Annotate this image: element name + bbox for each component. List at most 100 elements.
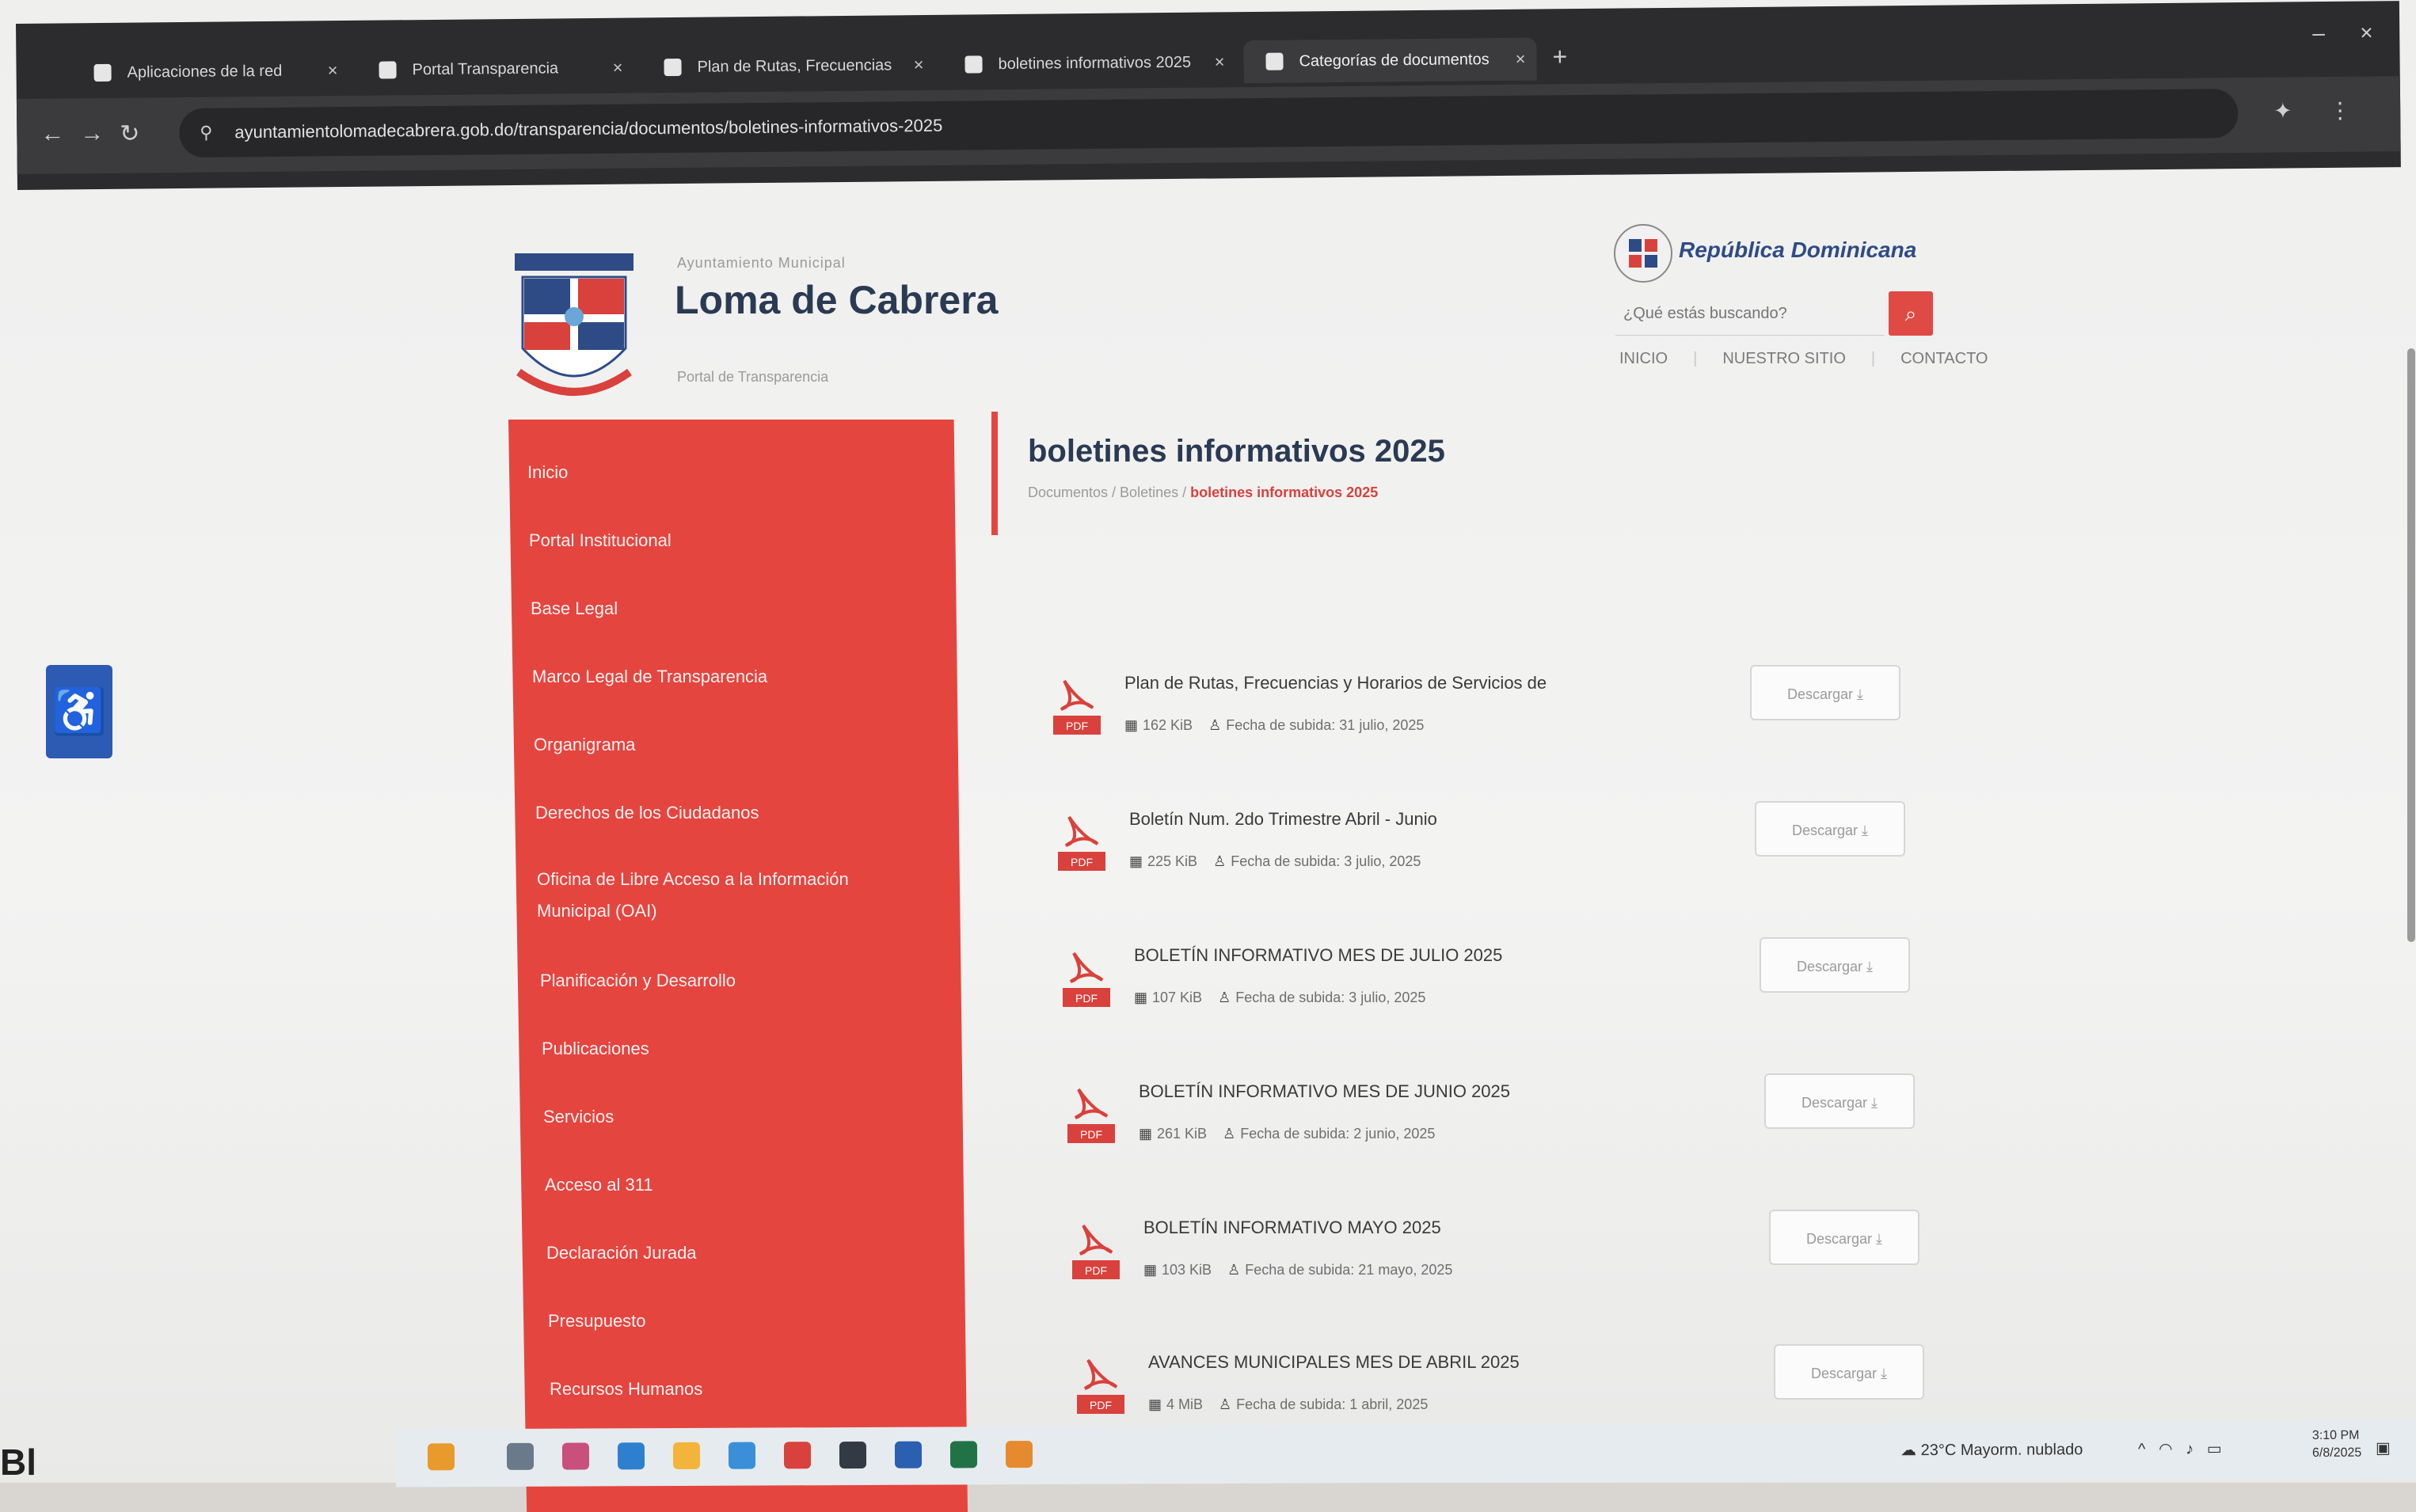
document-title[interactable]: Plan de Rutas, Frecuencias y Horarios de… (1124, 673, 1547, 693)
site-name[interactable]: Loma de Cabrera (675, 277, 998, 323)
download-button[interactable]: Descargar ⤓ (1764, 1073, 1915, 1129)
title-accent-bar (991, 412, 998, 535)
file-explorer-icon[interactable] (672, 1442, 701, 1470)
extensions-icon[interactable]: ✦ (2273, 97, 2292, 123)
breadcrumb-path[interactable]: Documentos / Boletines (1028, 484, 1178, 500)
volume-icon[interactable]: ♪ (2186, 1441, 2193, 1458)
clock-date: 6/8/2025 (2311, 1446, 2362, 1461)
store-icon[interactable] (728, 1442, 756, 1469)
screenshot: Aplicaciones de la red × Portal Transpar… (0, 0, 2416, 1512)
search-input[interactable] (1615, 293, 1885, 336)
word-icon[interactable] (894, 1441, 923, 1468)
clock[interactable]: 3:10 PM 6/8/2025 (2312, 1427, 2361, 1462)
minimize-icon[interactable]: – (2312, 21, 2325, 46)
task-view-icon[interactable] (506, 1442, 535, 1470)
download-button[interactable]: Descargar ⤓ (1769, 1210, 1919, 1265)
document-title[interactable]: BOLETÍN INFORMATIVO MES DE JULIO 2025 (1134, 945, 1502, 966)
document-date: Fecha de subida: 1 abril, 2025 (1236, 1396, 1429, 1412)
browser-tab-active[interactable]: Categorías de documentos × (1243, 37, 1537, 84)
tab-favicon-icon (1265, 52, 1284, 70)
download-icon: ⤓ (1871, 1095, 1878, 1111)
chevron-up-icon[interactable]: ^ (2138, 1441, 2145, 1458)
browser-tab[interactable]: boletines informativos 2025 × (942, 40, 1236, 86)
tab-favicon-icon (93, 63, 112, 82)
wifi-icon[interactable]: ◠ (2159, 1441, 2173, 1458)
sidebar-item[interactable]: Recursos Humanos (550, 1379, 702, 1400)
sidebar-item[interactable]: Planificación y Desarrollo (540, 971, 736, 991)
excel-icon[interactable] (949, 1441, 978, 1468)
sidebar-item[interactable]: Acceso al 311 (545, 1175, 653, 1195)
download-button[interactable]: Descargar ⤓ (1774, 1344, 1924, 1400)
sidebar-item[interactable]: Portal Institucional (529, 530, 672, 551)
document-title[interactable]: Boletín Num. 2do Trimestre Abril - Junio (1129, 809, 1437, 830)
close-icon[interactable]: × (327, 49, 338, 92)
camera-icon[interactable] (839, 1441, 867, 1469)
sidebar-item-continuation[interactable]: Municipal (OAI) (537, 901, 657, 921)
accessibility-icon[interactable]: ♿ (46, 665, 112, 758)
divider: | (1693, 350, 1698, 367)
document-title[interactable]: BOLETÍN INFORMATIVO MES DE JUNIO 2025 (1139, 1081, 1510, 1102)
site-info-icon[interactable]: ⚲ (200, 108, 213, 158)
document-date: Fecha de subida: 3 julio, 2025 (1231, 853, 1421, 869)
sidebar-item[interactable]: Presupuesto (548, 1311, 646, 1332)
download-label: Descargar (1801, 1095, 1868, 1111)
tab-title: Plan de Rutas, Frecuencias (697, 56, 892, 76)
folder-app-icon[interactable] (427, 1443, 455, 1471)
sidebar-item[interactable]: Oficina de Libre Acceso a la Información (537, 869, 849, 890)
coat-of-arms-logo[interactable] (507, 245, 641, 412)
new-tab-button[interactable]: + (1552, 42, 1567, 71)
user-icon: ♙ (1227, 1262, 1241, 1278)
download-button[interactable]: Descargar ⤓ (1760, 937, 1910, 993)
browser-tab[interactable]: Aplicaciones de la red × (71, 49, 349, 94)
sidebar-item[interactable]: Inicio (527, 462, 568, 483)
menu-icon[interactable]: ⋮ (2329, 97, 2351, 123)
close-icon[interactable]: × (913, 44, 924, 86)
sidebar-item[interactable]: Organigrama (534, 735, 635, 755)
firefox-icon[interactable] (1005, 1441, 1033, 1468)
download-button[interactable]: Descargar ⤓ (1750, 665, 1900, 720)
page-title: boletines informativos 2025 (1028, 434, 1445, 469)
forward-icon[interactable]: → (80, 120, 104, 147)
weather-widget[interactable]: ☁ 23°C Mayorm. nublado (1900, 1439, 2083, 1460)
sidebar-item[interactable]: Marco Legal de Transparencia (532, 667, 767, 687)
user-icon: ♙ (1213, 853, 1227, 869)
document-row: PDF Boletín Num. 2do Trimestre Abril - J… (1058, 801, 1929, 896)
top-link-inicio[interactable]: INICIO (1619, 350, 1668, 367)
site-subtitle: Portal de Transparencia (677, 369, 829, 385)
sidebar-item[interactable]: Base Legal (531, 598, 618, 619)
breadcrumb-current: boletines informativos 2025 (1190, 484, 1379, 500)
document-title[interactable]: AVANCES MUNICIPALES MES DE ABRIL 2025 (1148, 1352, 1520, 1373)
top-link-contacto[interactable]: CONTACTO (1900, 350, 1988, 367)
back-icon[interactable]: ← (40, 120, 64, 147)
weather-icon: ☁ (1900, 1442, 1921, 1460)
notification-icon[interactable]: ▣ (2376, 1438, 2391, 1458)
browser-tab[interactable]: Portal Transparencia × (356, 47, 634, 92)
document-size: 162 KiB (1143, 717, 1193, 733)
close-icon[interactable]: × (1214, 40, 1225, 83)
download-button[interactable]: Descargar ⤓ (1755, 801, 1905, 857)
sidebar-item[interactable]: Derechos de los Ciudadanos (535, 803, 759, 823)
chrome-icon[interactable] (783, 1442, 812, 1469)
address-bar-url: ayuntamientolomadecabrera.gob.do/transpa… (234, 115, 943, 142)
document-title[interactable]: BOLETÍN INFORMATIVO MAYO 2025 (1143, 1218, 1441, 1238)
pdf-file-icon: PDF (1077, 1358, 1124, 1414)
close-icon[interactable]: × (1515, 38, 1526, 81)
edge-icon[interactable] (617, 1442, 645, 1470)
sidebar-item[interactable]: Servicios (543, 1107, 614, 1127)
tab-title: Aplicaciones de la red (127, 62, 283, 82)
close-window-icon[interactable]: × (2360, 20, 2373, 45)
sidebar-item[interactable]: Publicaciones (542, 1039, 649, 1059)
address-bar[interactable]: ⚲ ayuntamientolomadecabrera.gob.do/trans… (179, 89, 2239, 158)
tab-title: Categorías de documentos (1299, 51, 1490, 70)
search-button[interactable]: ⌕ (1889, 291, 1933, 336)
top-link-nuestro-sitio[interactable]: NUESTRO SITIO (1722, 350, 1846, 367)
close-icon[interactable]: × (612, 47, 623, 89)
reload-icon[interactable]: ↻ (120, 120, 139, 148)
sidebar-item[interactable]: Declaración Jurada (546, 1243, 697, 1263)
browser-tab[interactable]: Plan de Rutas, Frecuencias × (641, 44, 935, 89)
app-icon[interactable] (561, 1442, 590, 1470)
page-scrollbar[interactable] (2407, 348, 2415, 942)
battery-icon[interactable]: ▭ (2207, 1441, 2222, 1458)
tray-icons[interactable]: ^ ◠ ♪ ▭ (2138, 1439, 2222, 1459)
search-icon: ⌕ (1904, 302, 1917, 325)
